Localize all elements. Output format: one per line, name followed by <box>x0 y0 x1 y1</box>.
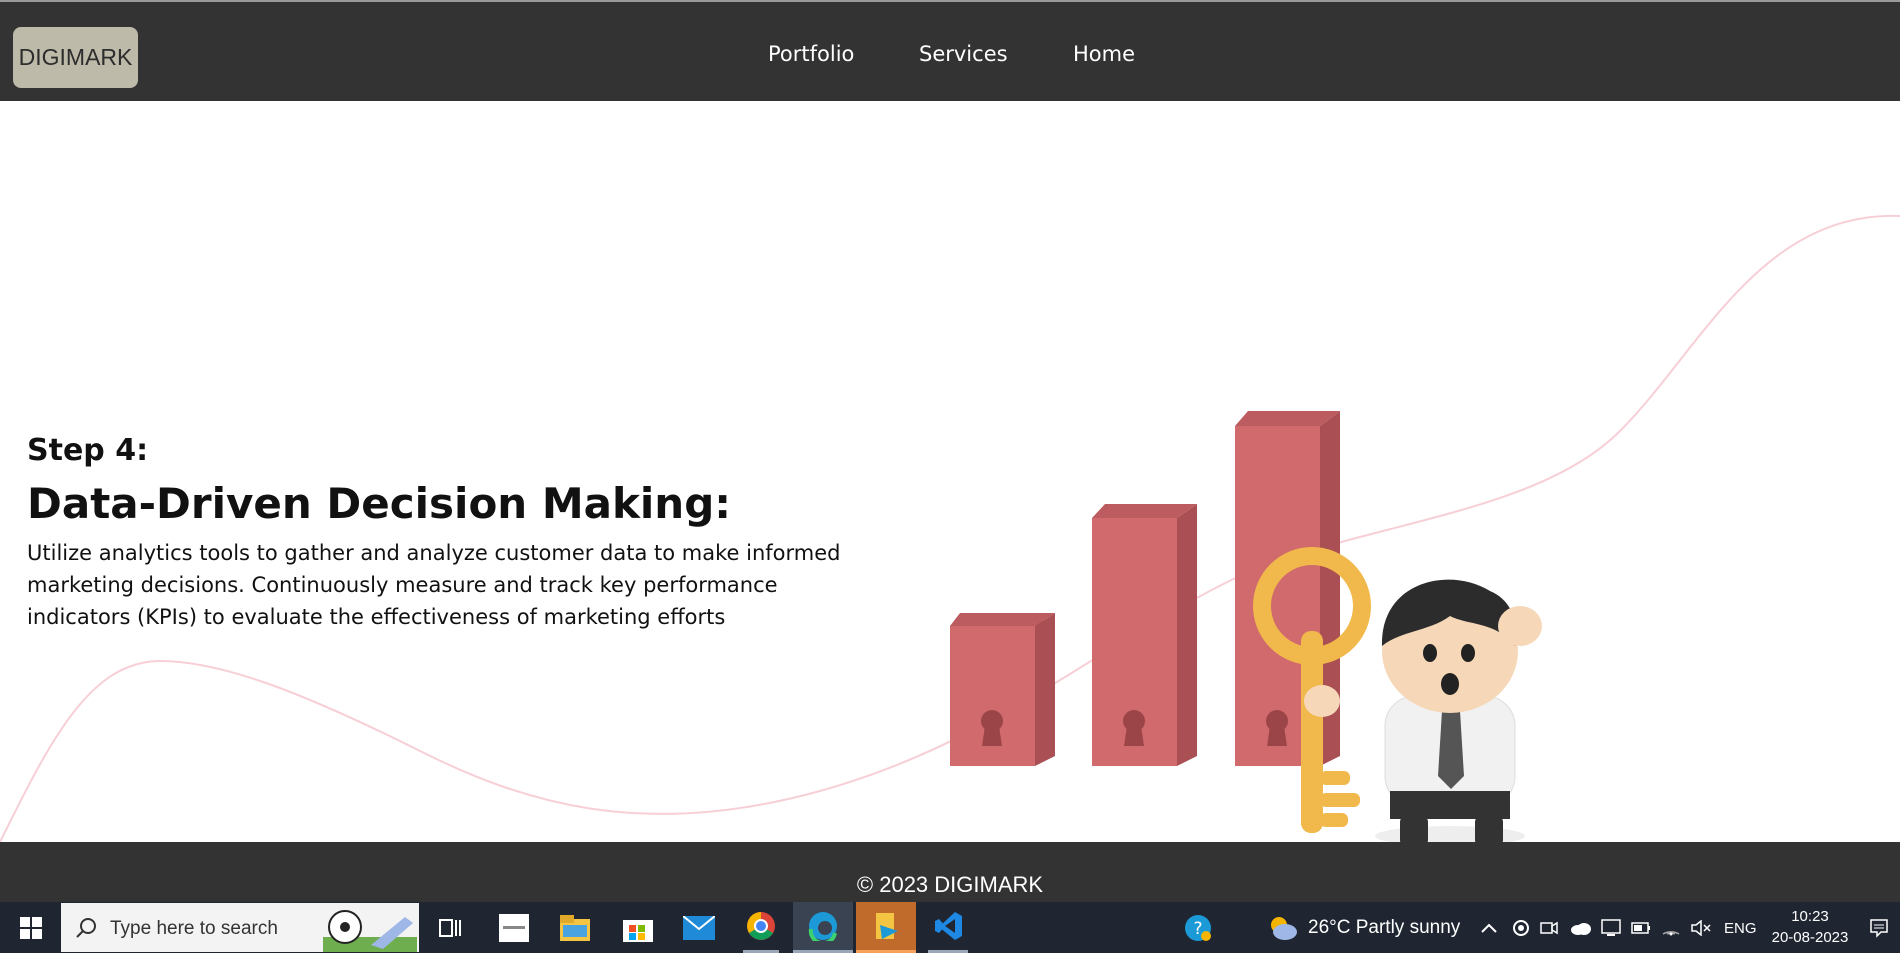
tray-record-button[interactable] <box>1510 902 1532 953</box>
tray-display-button[interactable] <box>1598 902 1624 953</box>
window-app-icon <box>876 913 898 939</box>
windows-logo-icon <box>20 916 42 939</box>
tray-battery-button[interactable] <box>1628 902 1654 953</box>
hero-section: Step 4: Data-Driven Decision Making: Uti… <box>0 101 1900 842</box>
taskbar-app-edge[interactable] <box>793 902 853 953</box>
record-icon <box>1513 919 1529 936</box>
taskbar-app-active-window[interactable] <box>856 902 916 953</box>
navbar: DIGIMARK Portfolio Services Home <box>0 2 1900 101</box>
notepad-app-icon <box>499 913 529 942</box>
vscode-icon <box>935 912 962 940</box>
microsoft-store-icon <box>623 919 653 942</box>
wifi-icon <box>1662 930 1680 935</box>
hero-description: Utilize analytics tools to gather and an… <box>27 541 841 629</box>
brand-logo[interactable]: DIGIMARK <box>13 27 138 88</box>
bar-short <box>950 613 1055 766</box>
tray-onedrive-button[interactable] <box>1568 902 1594 953</box>
tray-wifi-button[interactable] <box>1658 902 1684 953</box>
search-highlight-icon <box>323 910 417 952</box>
search-placeholder: Type here to search <box>110 918 278 939</box>
task-view-icon <box>439 918 461 937</box>
task-view-button[interactable] <box>432 902 468 953</box>
video-camera-icon <box>1540 921 1558 934</box>
taskbar-app-notepad[interactable] <box>497 902 531 953</box>
mail-icon <box>683 915 715 940</box>
speaker-muted-icon <box>1691 919 1711 936</box>
search-icon <box>76 918 96 938</box>
taskbar-app-file-explorer[interactable] <box>557 902 593 953</box>
bar-medium <box>1092 504 1197 766</box>
partly-sunny-icon <box>1271 916 1297 940</box>
taskbar-app-mail[interactable] <box>681 902 717 953</box>
display-icon <box>1601 918 1621 936</box>
clock-time: 10:23 <box>1791 908 1829 925</box>
notification-icon <box>1870 918 1888 938</box>
key-and-bar-chart-illustration <box>950 411 1542 842</box>
file-explorer-icon <box>560 914 590 941</box>
input-language[interactable]: ENG <box>1724 920 1757 937</box>
taskbar-app-vscode[interactable] <box>928 902 968 953</box>
nav-link-home[interactable]: Home <box>1073 42 1135 66</box>
show-hidden-icons-button[interactable] <box>1478 902 1500 953</box>
battery-icon <box>1631 921 1650 934</box>
taskbar-app-chrome[interactable] <box>743 902 779 953</box>
tray-volume-button[interactable] <box>1688 902 1714 953</box>
taskbar-app-store[interactable] <box>620 902 656 953</box>
windows-taskbar: Type here to search ? 26°C Partly sunny … <box>0 902 1900 953</box>
weather-widget[interactable] <box>1265 902 1301 953</box>
help-icon: ? <box>1185 914 1211 941</box>
chrome-icon <box>747 912 775 940</box>
site-footer: © 2023 DIGIMARK <box>0 842 1900 902</box>
taskbar-search-box[interactable]: Type here to search <box>61 903 419 952</box>
clock-date: 20-08-2023 <box>1771 929 1849 946</box>
nav-link-services[interactable]: Services <box>919 42 1008 66</box>
start-button[interactable] <box>10 902 52 953</box>
chevron-up-icon <box>1481 923 1497 933</box>
edge-icon <box>808 912 837 941</box>
nav-link-portfolio[interactable]: Portfolio <box>768 42 854 66</box>
weather-text[interactable]: 26°C Partly sunny <box>1308 917 1460 939</box>
page-title: Data-Driven Decision Making: <box>27 479 732 528</box>
help-tray-button[interactable]: ? <box>1180 902 1216 953</box>
tray-meet-button[interactable] <box>1538 902 1560 953</box>
notification-center-button[interactable] <box>1866 902 1892 953</box>
clock[interactable]: 10:23 20-08-2023 <box>1760 906 1860 950</box>
step-label: Step 4: <box>27 433 149 468</box>
footer-copyright: © 2023 DIGIMARK <box>856 872 1044 897</box>
cloud-icon <box>1571 922 1591 935</box>
